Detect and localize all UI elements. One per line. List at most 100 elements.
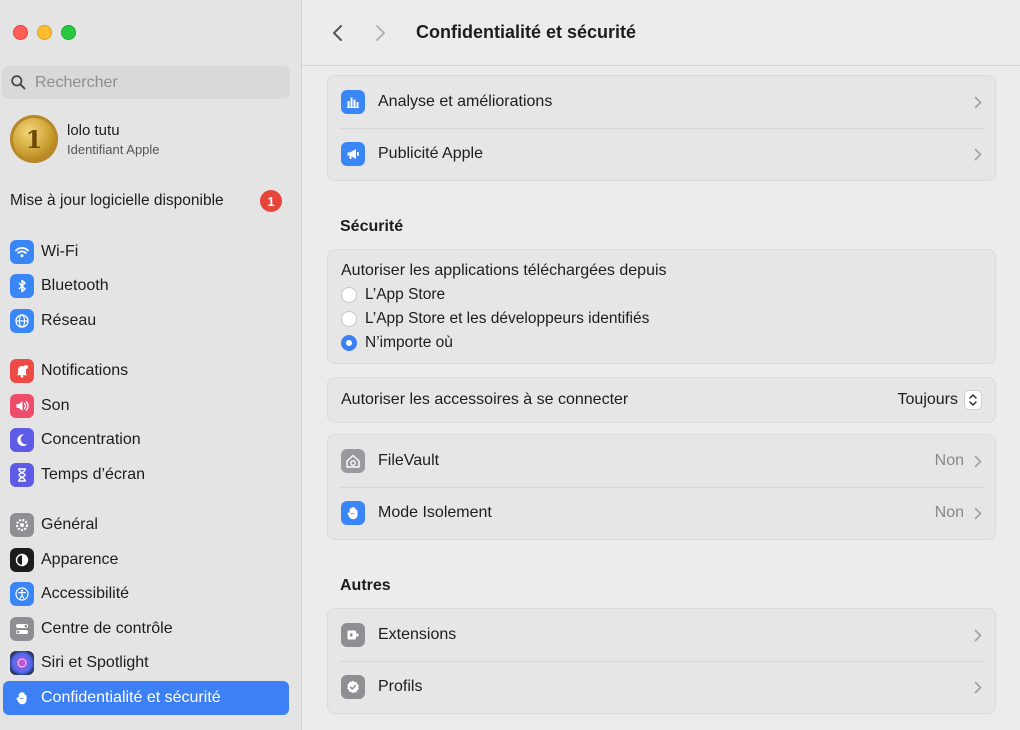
sidebar-item-sound[interactable]: Son (3, 389, 289, 423)
search-input[interactable] (35, 73, 275, 92)
chart-icon (341, 90, 365, 114)
sidebar-item-notifications[interactable]: Notifications (3, 354, 289, 388)
sidebar-item-label: Concentration (41, 431, 141, 448)
close-window-button[interactable] (13, 25, 28, 40)
analytics-label: Analyse et améliorations (378, 93, 553, 110)
bell-icon (10, 359, 34, 383)
forward-button[interactable] (366, 19, 394, 47)
sidebar-item-siri-spotlight[interactable]: Siri et Spotlight (3, 646, 289, 680)
lockdown-mode-row[interactable]: Mode Isolement Non (328, 487, 995, 539)
extensions-label: Extensions (378, 626, 457, 643)
software-update-item[interactable]: Mise à jour logicielle disponible 1 (10, 190, 282, 212)
extensions-icon (341, 623, 365, 647)
sidebar-item-control-center[interactable]: Centre de contrôle (3, 612, 289, 646)
radio-app-store-identified[interactable]: L’App Store et les développeurs identifi… (341, 310, 982, 328)
chevron-right-icon (376, 24, 385, 41)
sidebar: 1 lolo tutu Identifiant Apple Mise à jou… (0, 0, 302, 730)
wifi-icon (10, 240, 34, 264)
account-name: lolo tutu (67, 121, 120, 139)
content-area: Analyse et améliorations Publicité Apple… (302, 66, 1020, 730)
globe-icon (10, 309, 34, 333)
zoom-window-button[interactable] (61, 25, 76, 40)
accessibility-icon (10, 582, 34, 606)
sidebar-item-general[interactable]: Général (3, 508, 289, 542)
toggles-icon (10, 617, 34, 641)
settings-window: 1 lolo tutu Identifiant Apple Mise à jou… (0, 0, 1020, 730)
sidebar-item-label: Apparence (41, 551, 119, 568)
hourglass-icon (10, 463, 34, 487)
chevron-left-icon (333, 24, 342, 41)
encryption-group: FileVault Non Mode Isolement Non (327, 434, 996, 540)
megaphone-icon (341, 142, 365, 166)
radio-label: L’App Store (365, 286, 446, 303)
sidebar-item-screen-time[interactable]: Temps d’écran (3, 458, 289, 492)
minimize-window-button[interactable] (37, 25, 52, 40)
radio-app-store[interactable]: L’App Store (341, 286, 982, 304)
sidebar-item-wifi[interactable]: Wi-Fi (3, 235, 289, 269)
main-pane: Confidentialité et sécurité Analyse et a… (302, 0, 1020, 730)
chevron-right-icon (974, 148, 982, 160)
sidebar-item-label: Notifications (41, 362, 129, 379)
sidebar-item-appearance[interactable]: Apparence (3, 543, 289, 577)
chevron-right-icon (974, 455, 982, 467)
others-section-title: Autres (340, 577, 391, 594)
accessories-select-value: Toujours (897, 391, 958, 408)
sidebar-item-accessibility[interactable]: Accessibilité (3, 577, 289, 611)
filevault-row[interactable]: FileVault Non (328, 435, 995, 487)
accessories-select[interactable]: Toujours (898, 390, 982, 410)
sidebar-item-focus[interactable]: Concentration (3, 423, 289, 457)
sidebar-item-label: Bluetooth (41, 277, 109, 294)
chevron-right-icon (974, 629, 982, 641)
extensions-row[interactable]: Extensions (328, 609, 995, 661)
profiles-row[interactable]: Profils (328, 661, 995, 713)
gear-icon (10, 513, 34, 537)
radio-label: N’importe où (365, 334, 453, 351)
sidebar-item-label: Accessibilité (41, 585, 130, 602)
appearance-icon (10, 548, 34, 572)
filevault-label: FileVault (378, 452, 440, 469)
radio-button-selected[interactable] (341, 335, 357, 351)
analytics-row[interactable]: Analyse et améliorations (328, 76, 995, 128)
radio-button[interactable] (341, 287, 357, 303)
profile-badge-icon (341, 675, 365, 699)
search-field[interactable] (2, 66, 290, 99)
accessories-label: Autoriser les accessoires à se connecter (341, 391, 629, 408)
account-subtitle: Identifiant Apple (67, 141, 160, 157)
radio-button[interactable] (341, 311, 357, 327)
sidebar-item-privacy-security[interactable]: Confidentialité et sécurité (3, 681, 289, 715)
allow-apps-group: Autoriser les applications téléchargées … (327, 249, 996, 364)
sidebar-item-bluetooth[interactable]: Bluetooth (3, 269, 289, 303)
profiles-label: Profils (378, 678, 423, 695)
siri-icon (10, 651, 34, 675)
sidebar-item-label: Général (41, 516, 98, 533)
chevron-right-icon (974, 681, 982, 693)
lockdown-mode-label: Mode Isolement (378, 504, 492, 521)
sidebar-item-label: Wi-Fi (41, 243, 79, 260)
hand-icon (10, 686, 34, 710)
software-update-label: Mise à jour logicielle disponible (10, 192, 224, 209)
search-icon (11, 75, 26, 90)
update-badge: 1 (260, 190, 282, 212)
sidebar-item-network[interactable]: Réseau (3, 304, 289, 338)
allow-apps-title: Autoriser les applications téléchargées … (341, 262, 667, 279)
accessories-group: Autoriser les accessoires à se connecter… (327, 377, 996, 423)
sidebar-item-label: Centre de contrôle (41, 620, 173, 637)
chevron-up-down-icon (964, 390, 982, 410)
apple-advertising-label: Publicité Apple (378, 145, 483, 162)
sidebar-item-label: Siri et Spotlight (41, 654, 149, 671)
filevault-house-icon (341, 449, 365, 473)
radio-anywhere[interactable]: N’importe où (341, 334, 982, 352)
speaker-icon (10, 394, 34, 418)
sidebar-item-label: Son (41, 397, 70, 414)
lockdown-mode-status: Non (934, 504, 964, 521)
apple-advertising-row[interactable]: Publicité Apple (328, 128, 995, 180)
page-title: Confidentialité et sécurité (416, 22, 637, 42)
chevron-right-icon (974, 96, 982, 108)
toolbar: Confidentialité et sécurité (302, 0, 1020, 66)
sidebar-item-label: Réseau (41, 312, 97, 329)
hand-icon (341, 501, 365, 525)
back-button[interactable] (324, 19, 352, 47)
avatar-text: 1 (25, 124, 43, 154)
apple-account[interactable]: 1 lolo tutu Identifiant Apple (10, 115, 160, 163)
bluetooth-icon (10, 274, 34, 298)
